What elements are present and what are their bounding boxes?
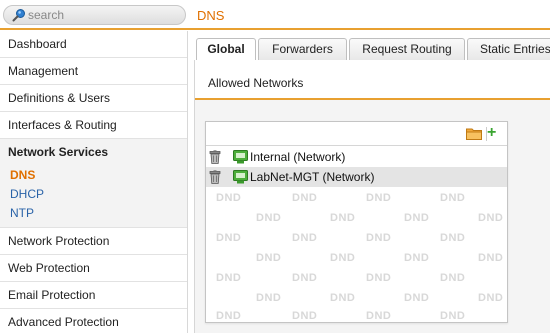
dnd-watermark: DND — [216, 272, 242, 284]
page-title: DNS — [197, 8, 225, 23]
dnd-watermark: DND — [292, 192, 318, 204]
dnd-watermark: DND — [440, 192, 466, 204]
tab-global[interactable]: Global — [196, 38, 256, 62]
dnd-watermark: DND — [366, 272, 392, 284]
sidebar-subitem-ntp[interactable]: NTP — [0, 204, 187, 223]
dnd-watermark: DND — [440, 272, 466, 284]
dnd-watermark: DND — [216, 232, 242, 244]
list-item[interactable]: Internal (Network) — [206, 147, 507, 167]
dnd-watermark: DND — [216, 310, 242, 322]
search-box[interactable] — [3, 5, 186, 25]
top-bar: DNS — [0, 0, 550, 30]
list-item[interactable]: LabNet-MGT (Network) — [206, 167, 507, 187]
dnd-watermark: DND — [292, 232, 318, 244]
sidebar-item-network-services[interactable]: Network Services — [0, 139, 187, 166]
sidebar-item-web-protection[interactable]: Web Protection — [0, 255, 187, 282]
dnd-watermark: DND — [366, 310, 392, 322]
main-content: Global Forwarders Request Routing Static… — [188, 31, 550, 333]
trash-icon[interactable] — [209, 150, 221, 164]
sidebar-subitem-dhcp[interactable]: DHCP — [0, 185, 187, 204]
dnd-watermark: DND — [366, 192, 392, 204]
list-item-label: Internal (Network) — [250, 150, 346, 164]
allowed-networks-list: + Internal (Network) LabNet-MGT (Network… — [205, 121, 508, 323]
sidebar-item-interfaces-routing[interactable]: Interfaces & Routing — [0, 112, 187, 139]
tab-static-entries[interactable]: Static Entries — [467, 38, 550, 60]
sidebar-subitem-dns[interactable]: DNS — [0, 166, 187, 185]
sidebar-item-network-protection[interactable]: Network Protection — [0, 228, 187, 255]
dnd-watermark: DND — [440, 310, 466, 322]
trash-icon[interactable] — [209, 170, 221, 184]
dnd-watermark: DND — [440, 232, 466, 244]
settings-panel: Allowed Networks + Internal (Network) La… — [194, 60, 550, 333]
list-toolbar: + — [206, 122, 507, 146]
sidebar-item-advanced-protection[interactable]: Advanced Protection — [0, 309, 187, 333]
sidebar-item-management[interactable]: Management — [0, 58, 187, 85]
search-input[interactable] — [28, 7, 178, 23]
dnd-watermark: DND — [478, 212, 504, 224]
sidebar-item-definitions-users[interactable]: Definitions & Users — [0, 85, 187, 112]
tab-forwarders[interactable]: Forwarders — [258, 38, 347, 60]
drop-target-area[interactable]: DND DND DND DND DND DND DND DND DND DND … — [206, 188, 507, 323]
dnd-watermark: DND — [404, 212, 430, 224]
add-icon[interactable]: + — [487, 123, 501, 143]
search-icon — [12, 9, 25, 22]
dnd-watermark: DND — [404, 292, 430, 304]
dnd-watermark: DND — [330, 292, 356, 304]
sidebar-item-email-protection[interactable]: Email Protection — [0, 282, 187, 309]
tab-bar: Global Forwarders Request Routing Static… — [196, 38, 550, 62]
sidebar: Dashboard Management Definitions & Users… — [0, 31, 188, 333]
dnd-watermark: DND — [330, 252, 356, 264]
dnd-watermark: DND — [256, 212, 282, 224]
dnd-watermark: DND — [256, 252, 282, 264]
list-item-label: LabNet-MGT (Network) — [250, 170, 375, 184]
dnd-watermark: DND — [404, 252, 430, 264]
dnd-watermark: DND — [292, 310, 318, 322]
dnd-watermark: DND — [216, 192, 242, 204]
panel-title: Allowed Networks — [195, 60, 550, 100]
folder-icon[interactable] — [466, 127, 482, 140]
sidebar-item-dashboard[interactable]: Dashboard — [0, 31, 187, 58]
network-icon — [233, 150, 248, 164]
dnd-watermark: DND — [256, 292, 282, 304]
dnd-watermark: DND — [292, 272, 318, 284]
dnd-watermark: DND — [366, 232, 392, 244]
network-icon — [233, 170, 248, 184]
dnd-watermark: DND — [478, 252, 504, 264]
sidebar-section-network-services: Network Services DNS DHCP NTP — [0, 139, 187, 228]
dnd-watermark: DND — [330, 212, 356, 224]
dnd-watermark: DND — [478, 292, 504, 304]
tab-request-routing[interactable]: Request Routing — [349, 38, 465, 60]
